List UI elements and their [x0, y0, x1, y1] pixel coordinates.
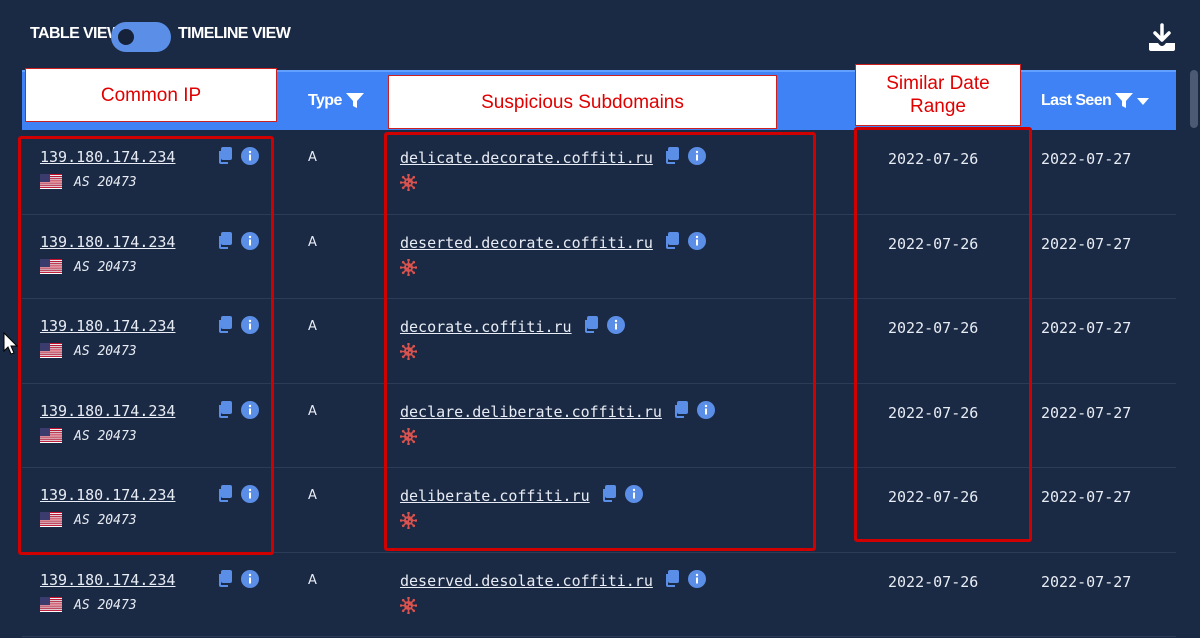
annotation-similar-date-range-line1: Similar Date [886, 73, 990, 94]
annotation-similar-date-range-line2: Range [910, 96, 966, 117]
type-header-label: Type [308, 92, 342, 109]
filter-icon[interactable] [345, 93, 364, 109]
ip-address-link[interactable]: 139.180.174.234 [40, 571, 175, 589]
annotation-common-ip-text: Common IP [100, 84, 202, 106]
domain-cell: deserved.desolate.coffiti.ru [400, 569, 706, 592]
copy-icon[interactable] [663, 569, 679, 592]
annotation-common-ip: Common IP [25, 68, 277, 122]
last-seen-date: 2022-07-27 [1041, 572, 1132, 591]
first-seen-date: 2022-07-26 [888, 572, 979, 591]
info-icon[interactable] [687, 569, 706, 592]
copy-icon[interactable] [216, 569, 232, 592]
last-seen-date: 2022-07-27 [1041, 234, 1132, 253]
view-toggle[interactable] [111, 22, 171, 52]
asn-label: AS 20473 [74, 597, 137, 613]
us-flag-icon [40, 596, 62, 612]
table-row: 139.180.174.234 AS 20473 Adeserved.desolat… [22, 553, 1176, 637]
record-type: A [308, 488, 317, 503]
last-seen-date: 2022-07-27 [1041, 488, 1132, 506]
annotation-suspicious-subdomains: Suspicious Subdomains [388, 75, 777, 129]
last-seen-date: 2022-07-27 [1041, 150, 1132, 168]
last-seen-header-label: Last Seen [1041, 92, 1112, 109]
ip-actions [216, 569, 259, 592]
view-toggle-knob [118, 29, 134, 45]
record-type: A [308, 234, 317, 250]
table-view-label[interactable]: TABLE VIEW [30, 25, 122, 43]
column-header-type[interactable]: Type [308, 92, 364, 110]
toolbar: TABLE VIEW TIMELINE VIEW [0, 0, 1200, 68]
sort-down-icon[interactable] [1137, 97, 1150, 105]
column-header-last-seen[interactable]: Last Seen [1041, 92, 1150, 110]
record-type: A [308, 572, 317, 588]
last-seen-date: 2022-07-27 [1041, 403, 1132, 422]
filter-icon[interactable] [1115, 93, 1134, 109]
annotation-suspicious-subdomains-text: Suspicious Subdomains [481, 91, 684, 113]
annotation-similar-date-range: Similar Date Range [855, 64, 1021, 126]
record-type: A [308, 403, 317, 419]
mouse-pointer-icon [3, 331, 19, 356]
malware-icon [399, 596, 418, 614]
suspicious-subdomains-highlight-box [384, 132, 816, 551]
record-type: A [308, 319, 317, 334]
last-seen-date: 2022-07-27 [1041, 319, 1132, 337]
record-type: A [308, 150, 317, 165]
similar-date-range-highlight-box [854, 127, 1032, 542]
domain-actions [663, 569, 706, 592]
common-ip-highlight-box [18, 136, 274, 555]
scrollbar[interactable] [1190, 70, 1198, 128]
domain-link[interactable]: deserved.desolate.coffiti.ru [400, 572, 653, 590]
info-icon[interactable] [241, 569, 259, 592]
timeline-view-label[interactable]: TIMELINE VIEW [178, 25, 291, 43]
download-icon[interactable] [1146, 22, 1178, 54]
